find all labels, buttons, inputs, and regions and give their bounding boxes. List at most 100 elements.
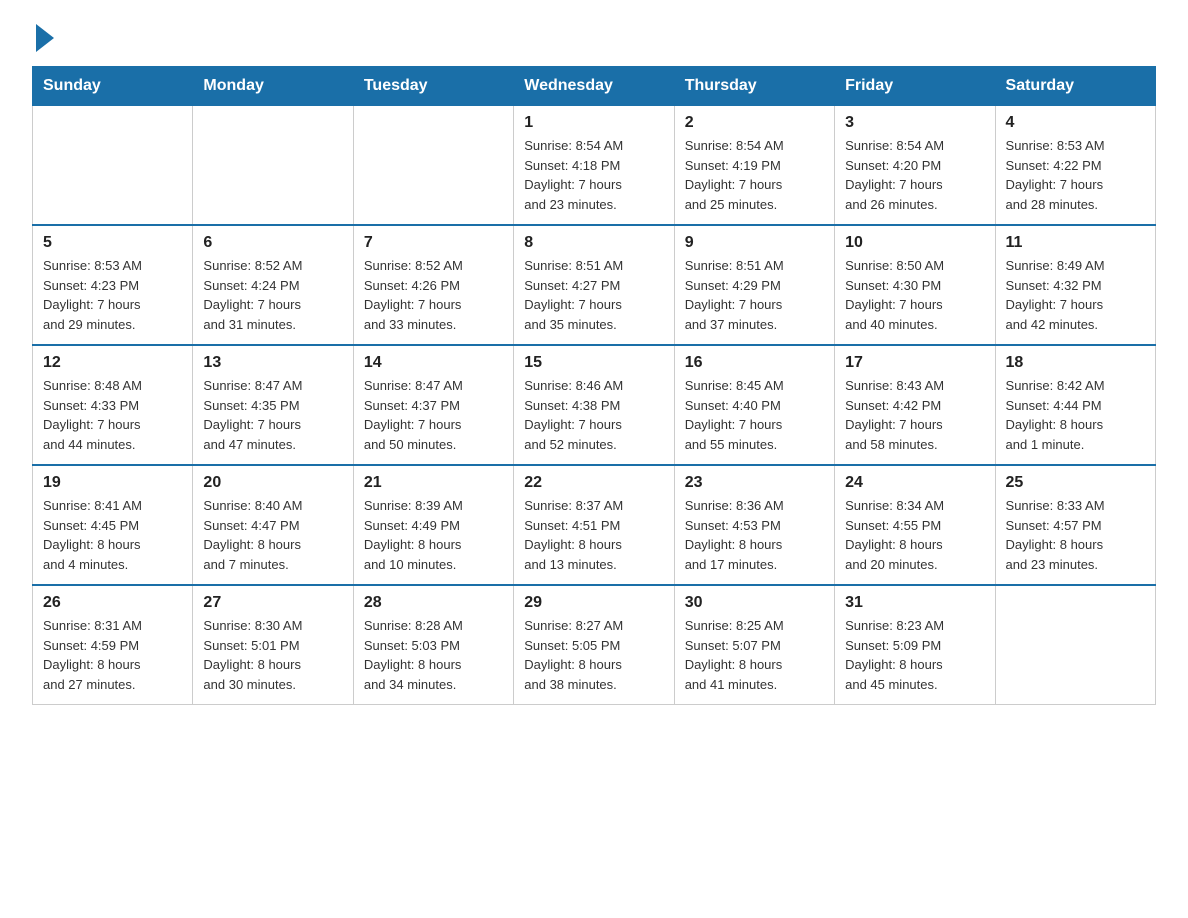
day-number: 7 — [364, 234, 503, 252]
calendar-week-4: 19 Sunrise: 8:41 AM Sunset: 4:45 PM Dayli… — [33, 465, 1156, 585]
day-number: 17 — [845, 354, 984, 372]
logo-line1 — [32, 24, 54, 52]
calendar-cell-week1-day1 — [193, 106, 353, 226]
day-number: 1 — [524, 114, 663, 132]
calendar-cell-week2-day1: 6 Sunrise: 8:52 AM Sunset: 4:24 PM Daylig… — [193, 225, 353, 345]
day-number: 15 — [524, 354, 663, 372]
calendar-cell-week1-day3: 1Sunrise: 8:54 AM Sunset: 4:18 PM Daylig… — [514, 106, 674, 226]
calendar-cell-week5-day4: 30 Sunrise: 8:25 AM Sunset: 5:07 PM Dayli… — [674, 585, 834, 705]
calendar-cell-week5-day2: 28Sunrise: 8:28 AM Sunset: 5:03 PM Dayli… — [353, 585, 513, 705]
day-number: 8 — [524, 234, 663, 252]
logo-triangle-icon — [36, 24, 54, 52]
day-number: 2 — [685, 114, 824, 132]
day-info: Sunrise: 8:54 AM Sunset: 4:19 PM Dayligh… — [685, 136, 824, 214]
day-info: Sunrise: 8:40 AM Sunset: 4:47 PM Dayligh… — [203, 496, 342, 574]
calendar-cell-week4-day0: 19 Sunrise: 8:41 AM Sunset: 4:45 PM Dayli… — [33, 465, 193, 585]
day-info: Sunrise: 8:27 AM Sunset: 5:05 PM Dayligh… — [524, 616, 663, 694]
calendar-header-monday: Monday — [193, 67, 353, 106]
calendar-header-friday: Friday — [835, 67, 995, 106]
calendar-cell-week1-day6: 4 Sunrise: 8:53 AM Sunset: 4:22 PM Daylig… — [995, 106, 1155, 226]
day-number: 18 — [1006, 354, 1145, 372]
day-number: 22 — [524, 474, 663, 492]
calendar-cell-week4-day6: 25Sunrise: 8:33 AM Sunset: 4:57 PM Dayli… — [995, 465, 1155, 585]
calendar-cell-week3-day6: 18 Sunrise: 8:42 AM Sunset: 4:44 PM Dayli… — [995, 345, 1155, 465]
day-number: 13 — [203, 354, 342, 372]
day-info: Sunrise: 8:51 AM Sunset: 4:29 PM Dayligh… — [685, 256, 824, 334]
calendar-cell-week1-day4: 2 Sunrise: 8:54 AM Sunset: 4:19 PM Daylig… — [674, 106, 834, 226]
day-number: 16 — [685, 354, 824, 372]
day-number: 28 — [364, 594, 503, 612]
day-number: 26 — [43, 594, 182, 612]
calendar-week-5: 26 Sunrise: 8:31 AM Sunset: 4:59 PM Dayli… — [33, 585, 1156, 705]
calendar-cell-week3-day2: 14Sunrise: 8:47 AM Sunset: 4:37 PM Dayli… — [353, 345, 513, 465]
day-info: Sunrise: 8:52 AM Sunset: 4:26 PM Dayligh… — [364, 256, 503, 334]
day-info: Sunrise: 8:41 AM Sunset: 4:45 PM Dayligh… — [43, 496, 182, 574]
day-info: Sunrise: 8:49 AM Sunset: 4:32 PM Dayligh… — [1006, 256, 1145, 334]
calendar-cell-week1-day0 — [33, 106, 193, 226]
day-info: Sunrise: 8:23 AM Sunset: 5:09 PM Dayligh… — [845, 616, 984, 694]
day-info: Sunrise: 8:54 AM Sunset: 4:20 PM Dayligh… — [845, 136, 984, 214]
calendar-cell-week5-day5: 31 Sunrise: 8:23 AM Sunset: 5:09 PM Dayli… — [835, 585, 995, 705]
calendar-cell-week3-day4: 16 Sunrise: 8:45 AM Sunset: 4:40 PM Dayli… — [674, 345, 834, 465]
calendar-header-saturday: Saturday — [995, 67, 1155, 106]
day-info: Sunrise: 8:36 AM Sunset: 4:53 PM Dayligh… — [685, 496, 824, 574]
calendar-cell-week3-day5: 17Sunrise: 8:43 AM Sunset: 4:42 PM Dayli… — [835, 345, 995, 465]
calendar-cell-week3-day3: 15 Sunrise: 8:46 AM Sunset: 4:38 PM Dayli… — [514, 345, 674, 465]
day-info: Sunrise: 8:34 AM Sunset: 4:55 PM Dayligh… — [845, 496, 984, 574]
calendar-cell-week3-day0: 12 Sunrise: 8:48 AM Sunset: 4:33 PM Dayli… — [33, 345, 193, 465]
day-number: 27 — [203, 594, 342, 612]
day-number: 9 — [685, 234, 824, 252]
calendar-week-1: 1Sunrise: 8:54 AM Sunset: 4:18 PM Daylig… — [33, 106, 1156, 226]
day-number: 10 — [845, 234, 984, 252]
calendar-cell-week2-day3: 8 Sunrise: 8:51 AM Sunset: 4:27 PM Daylig… — [514, 225, 674, 345]
calendar-cell-week2-day0: 5 Sunrise: 8:53 AM Sunset: 4:23 PM Daylig… — [33, 225, 193, 345]
day-info: Sunrise: 8:47 AM Sunset: 4:35 PM Dayligh… — [203, 376, 342, 454]
day-info: Sunrise: 8:46 AM Sunset: 4:38 PM Dayligh… — [524, 376, 663, 454]
day-number: 4 — [1006, 114, 1145, 132]
day-info: Sunrise: 8:48 AM Sunset: 4:33 PM Dayligh… — [43, 376, 182, 454]
day-number: 6 — [203, 234, 342, 252]
calendar-week-2: 5 Sunrise: 8:53 AM Sunset: 4:23 PM Daylig… — [33, 225, 1156, 345]
calendar-cell-week3-day1: 13 Sunrise: 8:47 AM Sunset: 4:35 PM Dayli… — [193, 345, 353, 465]
day-info: Sunrise: 8:25 AM Sunset: 5:07 PM Dayligh… — [685, 616, 824, 694]
calendar-cell-week4-day4: 23Sunrise: 8:36 AM Sunset: 4:53 PM Dayli… — [674, 465, 834, 585]
day-info: Sunrise: 8:51 AM Sunset: 4:27 PM Dayligh… — [524, 256, 663, 334]
calendar-cell-week2-day6: 11 Sunrise: 8:49 AM Sunset: 4:32 PM Dayli… — [995, 225, 1155, 345]
day-info: Sunrise: 8:31 AM Sunset: 4:59 PM Dayligh… — [43, 616, 182, 694]
day-number: 29 — [524, 594, 663, 612]
day-info: Sunrise: 8:50 AM Sunset: 4:30 PM Dayligh… — [845, 256, 984, 334]
calendar-cell-week4-day1: 20Sunrise: 8:40 AM Sunset: 4:47 PM Dayli… — [193, 465, 353, 585]
day-info: Sunrise: 8:53 AM Sunset: 4:22 PM Dayligh… — [1006, 136, 1145, 214]
day-number: 11 — [1006, 234, 1145, 252]
calendar-header-wednesday: Wednesday — [514, 67, 674, 106]
calendar-cell-week5-day3: 29 Sunrise: 8:27 AM Sunset: 5:05 PM Dayli… — [514, 585, 674, 705]
day-number: 31 — [845, 594, 984, 612]
day-number: 19 — [43, 474, 182, 492]
page: SundayMondayTuesdayWednesdayThursdayFrid… — [0, 0, 1188, 737]
day-info: Sunrise: 8:33 AM Sunset: 4:57 PM Dayligh… — [1006, 496, 1145, 574]
calendar-cell-week1-day2 — [353, 106, 513, 226]
calendar-cell-week2-day4: 9 Sunrise: 8:51 AM Sunset: 4:29 PM Daylig… — [674, 225, 834, 345]
calendar-cell-week4-day5: 24 Sunrise: 8:34 AM Sunset: 4:55 PM Dayli… — [835, 465, 995, 585]
calendar-cell-week5-day6 — [995, 585, 1155, 705]
day-number: 5 — [43, 234, 182, 252]
calendar: SundayMondayTuesdayWednesdayThursdayFrid… — [32, 66, 1156, 705]
calendar-header-row: SundayMondayTuesdayWednesdayThursdayFrid… — [33, 67, 1156, 106]
day-number: 12 — [43, 354, 182, 372]
day-number: 30 — [685, 594, 824, 612]
day-number: 21 — [364, 474, 503, 492]
calendar-cell-week2-day2: 7 Sunrise: 8:52 AM Sunset: 4:26 PM Daylig… — [353, 225, 513, 345]
day-number: 24 — [845, 474, 984, 492]
day-info: Sunrise: 8:39 AM Sunset: 4:49 PM Dayligh… — [364, 496, 503, 574]
day-info: Sunrise: 8:52 AM Sunset: 4:24 PM Dayligh… — [203, 256, 342, 334]
day-info: Sunrise: 8:37 AM Sunset: 4:51 PM Dayligh… — [524, 496, 663, 574]
calendar-header-sunday: Sunday — [33, 67, 193, 106]
calendar-header-tuesday: Tuesday — [353, 67, 513, 106]
day-info: Sunrise: 8:45 AM Sunset: 4:40 PM Dayligh… — [685, 376, 824, 454]
calendar-cell-week4-day3: 22 Sunrise: 8:37 AM Sunset: 4:51 PM Dayli… — [514, 465, 674, 585]
day-info: Sunrise: 8:30 AM Sunset: 5:01 PM Dayligh… — [203, 616, 342, 694]
day-info: Sunrise: 8:42 AM Sunset: 4:44 PM Dayligh… — [1006, 376, 1145, 454]
calendar-week-3: 12 Sunrise: 8:48 AM Sunset: 4:33 PM Dayli… — [33, 345, 1156, 465]
day-number: 3 — [845, 114, 984, 132]
day-info: Sunrise: 8:53 AM Sunset: 4:23 PM Dayligh… — [43, 256, 182, 334]
